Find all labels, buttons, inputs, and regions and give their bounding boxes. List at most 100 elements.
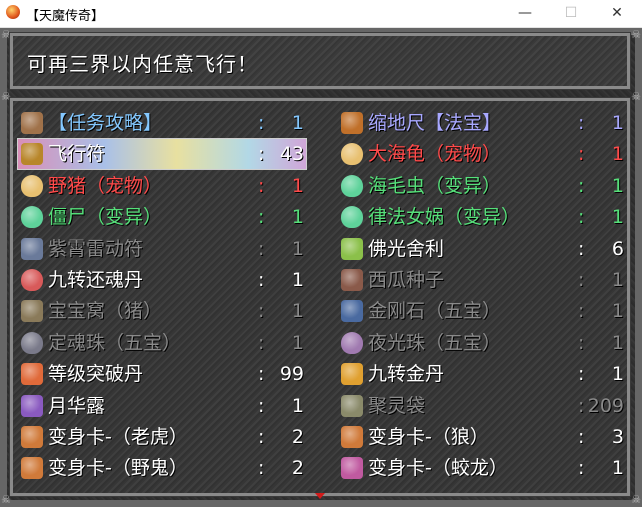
item-name: 变身卡-（蛟龙） — [368, 457, 508, 480]
window-title: 【天魔传奇】 — [26, 9, 105, 24]
inventory-item[interactable]: 金刚石（五宝）: 1 — [338, 296, 626, 326]
maximize-icon: ☐ — [564, 5, 578, 21]
item-name: 变身卡-（狼） — [368, 426, 489, 448]
item-count: 1 — [611, 331, 624, 354]
item-count: 1 — [611, 457, 624, 480]
item-count: 1 — [611, 112, 624, 134]
pill-orb-icon — [21, 269, 43, 291]
item-name: 月华露 — [48, 394, 106, 417]
inventory-item[interactable]: 变身卡-（野鬼）: 2 — [18, 453, 306, 483]
item-name: 宝宝窝（猪） — [48, 300, 163, 323]
inventory-item[interactable]: 变身卡-（蛟龙）: 1 — [338, 453, 626, 483]
item-name: 海毛虫（变异） — [368, 174, 502, 197]
scroll-down-icon[interactable] — [315, 493, 325, 499]
item-count: 1 — [611, 300, 624, 323]
card-icon — [341, 426, 363, 448]
item-count: 1 — [291, 331, 304, 354]
card-icon — [341, 457, 363, 480]
item-colon: : — [578, 363, 585, 386]
item-name: 【任务攻略】 — [48, 112, 163, 134]
item-name: 变身卡-（老虎） — [48, 426, 188, 448]
relic-icon — [341, 237, 363, 260]
item-colon: : — [578, 426, 585, 448]
item-count: 6 — [611, 237, 624, 260]
item-count: 1 — [611, 206, 624, 229]
inventory-item[interactable]: 飞行符:43 — [17, 138, 307, 171]
inventory-item[interactable]: 缩地尺【法宝】: 1 — [338, 108, 626, 138]
stone-icon — [341, 300, 363, 323]
ruler-icon — [341, 112, 363, 134]
item-count: 1 — [611, 269, 624, 291]
item-name: 紫霄雷动符 — [48, 237, 144, 260]
inventory-item[interactable]: 九转还魂丹: 1 — [18, 265, 306, 295]
item-count: 1 — [291, 237, 304, 260]
pearl-icon — [21, 331, 43, 354]
message-box: 可再三界以内任意飞行！ — [9, 32, 631, 90]
inventory-item[interactable]: 大海龟（宠物）: 1 — [338, 139, 626, 169]
item-name: 九转还魂丹 — [48, 269, 144, 291]
close-icon: ✕ — [611, 5, 623, 21]
item-name: 九转金丹 — [368, 363, 445, 386]
inventory-item[interactable]: 紫霄雷动符: 1 — [18, 234, 306, 264]
inventory-item[interactable]: 海毛虫（变异）: 1 — [338, 171, 626, 201]
egg-icon — [21, 174, 43, 197]
item-colon: : — [578, 457, 585, 480]
inventory-item[interactable]: 月华露: 1 — [18, 391, 306, 421]
inventory-item[interactable]: 聚灵袋:209 — [338, 391, 626, 421]
item-name: 缩地尺【法宝】 — [368, 112, 502, 134]
item-name: 夜光珠（五宝） — [368, 331, 502, 354]
inventory-item[interactable]: 西瓜种子: 1 — [338, 265, 626, 295]
inventory-item[interactable]: 等级突破丹:99 — [18, 359, 306, 389]
talisman-book-icon — [21, 143, 43, 166]
minimize-icon: — — [518, 5, 532, 21]
item-count: 3 — [611, 426, 624, 448]
item-colon: : — [258, 112, 265, 134]
item-colon: : — [258, 457, 265, 480]
talisman-icon — [21, 237, 43, 260]
inventory-item[interactable]: 九转金丹: 1 — [338, 359, 626, 389]
item-colon: : — [578, 300, 585, 323]
item-name: 佛光舍利 — [368, 237, 445, 260]
card-icon — [21, 457, 43, 480]
inventory-item[interactable]: 僵尸（变异）: 1 — [18, 202, 306, 232]
item-count: 1 — [291, 300, 304, 323]
inventory-item[interactable]: 【任务攻略】: 1 — [18, 108, 306, 138]
item-name: 金刚石（五宝） — [368, 300, 502, 323]
green-egg-icon — [341, 206, 363, 229]
item-name: 飞行符 — [48, 143, 106, 166]
item-colon: : — [258, 269, 265, 291]
item-count: 2 — [291, 457, 304, 480]
item-colon: : — [578, 206, 585, 229]
item-name: 野猪（宠物） — [48, 174, 163, 197]
item-colon: : — [578, 331, 585, 354]
green-egg-icon — [341, 174, 363, 197]
bag-icon — [341, 394, 363, 417]
item-count: 1 — [611, 363, 624, 386]
close-button[interactable]: ✕ — [594, 0, 640, 27]
inventory-item[interactable]: 律法女娲（变异）: 1 — [338, 202, 626, 232]
inventory-item[interactable]: 野猪（宠物）: 1 — [18, 171, 306, 201]
minimize-button[interactable]: — — [502, 0, 548, 27]
inventory-item[interactable]: 佛光舍利: 6 — [338, 234, 626, 264]
item-name: 变身卡-（野鬼） — [48, 457, 188, 480]
item-colon: : — [258, 426, 265, 448]
egg-icon — [341, 143, 363, 166]
item-count: 1 — [291, 112, 304, 134]
item-colon: : — [258, 237, 265, 260]
skull-icon: ☠ — [631, 493, 641, 506]
item-count: 209 — [587, 394, 624, 417]
scroll-icon — [21, 112, 43, 134]
inventory-item[interactable]: 定魂珠（五宝）: 1 — [18, 328, 306, 358]
item-colon: : — [258, 174, 265, 197]
inventory-item[interactable]: 变身卡-（狼）: 3 — [338, 422, 626, 452]
item-colon: : — [578, 174, 585, 197]
inventory-item[interactable]: 变身卡-（老虎）: 2 — [18, 422, 306, 452]
seed-icon — [341, 269, 363, 291]
skull-icon: ☠ — [631, 28, 641, 41]
maximize-button[interactable]: ☐ — [548, 0, 594, 27]
item-colon: : — [578, 394, 585, 417]
inventory-item[interactable]: 宝宝窝（猪）: 1 — [18, 296, 306, 326]
item-colon: : — [258, 143, 265, 166]
item-name: 聚灵袋 — [368, 394, 426, 417]
inventory-item[interactable]: 夜光珠（五宝）: 1 — [338, 328, 626, 358]
